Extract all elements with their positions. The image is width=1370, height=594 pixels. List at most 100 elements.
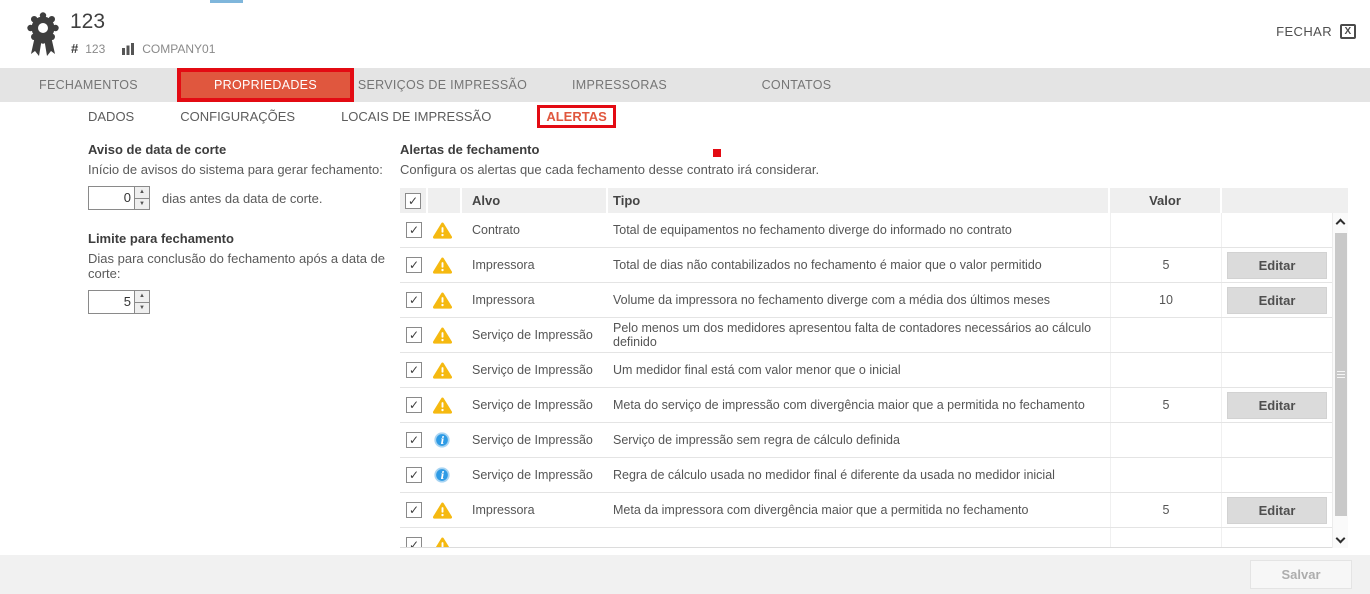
info-icon: i — [433, 431, 451, 449]
section-description: Início de avisos do sistema para gerar f… — [88, 162, 393, 177]
close-button[interactable]: FECHAR X — [1276, 24, 1356, 39]
scroll-up-icon[interactable] — [1333, 213, 1348, 229]
close-label: FECHAR — [1276, 24, 1332, 39]
action-column-header — [1222, 188, 1332, 213]
alert-type-description: Serviço de impressão sem regra de cálcul… — [608, 423, 1110, 457]
tab-servicos-de-impressao[interactable]: SERVIÇOS DE IMPRESSÃO — [354, 68, 531, 102]
stepper-up-icon[interactable]: ▲ — [135, 291, 149, 303]
alert-type-description: Regra de cálculo usada no medidor final … — [608, 458, 1110, 492]
alert-type-description: Pelo menos um dos medidores apresentou f… — [608, 318, 1110, 352]
select-all-checkbox[interactable]: ✓ — [405, 193, 421, 209]
stepper-value[interactable]: 0 — [89, 187, 134, 209]
alert-target: Serviço de Impressão — [462, 423, 608, 457]
alert-target: Serviço de Impressão — [462, 458, 608, 492]
alert-type-description: Total de dias não contabilizados no fech… — [608, 248, 1110, 282]
window-subtitle: # 123 COMPANY01 — [71, 41, 215, 56]
alerts-panel: Alertas de fechamento Configura os alert… — [400, 142, 1348, 186]
subtab-dados[interactable]: DADOS — [88, 109, 134, 124]
alert-checkbox[interactable]: ✓ — [406, 292, 422, 308]
company-name: COMPANY01 — [142, 42, 215, 56]
alerts-title: Alertas de fechamento — [400, 142, 1348, 157]
days-before-cut-stepper[interactable]: 0 ▲ ▼ — [88, 186, 150, 210]
info-icon: i — [433, 466, 451, 484]
alert-checkbox[interactable]: ✓ — [406, 362, 422, 378]
warning-icon — [433, 222, 452, 239]
award-icon — [20, 11, 66, 64]
alert-value — [1110, 213, 1222, 247]
alert-value — [1110, 353, 1222, 387]
alert-value: 5 — [1110, 248, 1222, 282]
scrollbar-thumb[interactable] — [1335, 233, 1347, 516]
alert-checkbox[interactable]: ✓ — [406, 257, 422, 273]
stepper-value[interactable]: 5 — [89, 291, 134, 313]
edit-button[interactable]: Editar — [1227, 252, 1327, 279]
alert-value — [1110, 528, 1222, 548]
scroll-down-icon[interactable] — [1333, 532, 1348, 548]
alert-checkbox[interactable]: ✓ — [406, 432, 422, 448]
alert-value: 5 — [1110, 388, 1222, 422]
alert-checkbox[interactable]: ✓ — [406, 502, 422, 518]
close-icon[interactable]: X — [1340, 24, 1356, 39]
alert-value: 5 — [1110, 493, 1222, 527]
edit-button[interactable]: Editar — [1227, 392, 1327, 419]
section-title: Limite para fechamento — [88, 231, 393, 246]
closure-limit-section: Limite para fechamento Dias para conclus… — [88, 231, 393, 314]
alvo-column-header[interactable]: Alvo — [462, 188, 608, 213]
alert-target: Contrato — [462, 213, 608, 247]
warning-icon — [433, 537, 452, 549]
valor-column-header[interactable]: Valor — [1110, 188, 1222, 213]
tab-propriedades[interactable]: PROPRIEDADES — [177, 68, 354, 102]
alert-type-description: Volume da impressora no fechamento diver… — [608, 283, 1110, 317]
alerts-description: Configura os alertas que cada fechamento… — [400, 162, 1348, 177]
subtab-locais-de-impressao[interactable]: LOCAIS DE IMPRESSÃO — [341, 109, 491, 124]
settings-panel: Aviso de data de corte Início de avisos … — [88, 142, 393, 314]
icon-column-header — [428, 188, 462, 213]
alert-checkbox[interactable]: ✓ — [406, 222, 422, 238]
alert-row: ✓ Serviço de Impressão Um medidor final … — [400, 353, 1332, 388]
svg-text:i: i — [441, 436, 445, 447]
vertical-scrollbar[interactable] — [1332, 213, 1348, 548]
alert-checkbox[interactable]: ✓ — [406, 467, 422, 483]
alert-value: 10 — [1110, 283, 1222, 317]
stepper-down-icon[interactable]: ▼ — [135, 303, 149, 314]
alert-row: ✓ Impressora Total de dias não contabili… — [400, 248, 1332, 283]
alert-row: ✓ Serviço de Impressão Pelo menos um dos… — [400, 318, 1332, 353]
content-area: Aviso de data de corte Início de avisos … — [0, 130, 1370, 555]
alert-checkbox[interactable]: ✓ — [406, 327, 422, 343]
stepper-up-icon[interactable]: ▲ — [135, 187, 149, 199]
annotation-marker — [713, 149, 721, 157]
warning-icon — [433, 257, 452, 274]
main-tabs: FECHAMENTOSPROPRIEDADESSERVIÇOS DE IMPRE… — [0, 68, 1370, 102]
contract-number: 123 — [85, 42, 105, 56]
closure-limit-stepper[interactable]: 5 ▲ ▼ — [88, 290, 150, 314]
section-title: Aviso de data de corte — [88, 142, 393, 157]
alert-checkbox[interactable]: ✓ — [406, 397, 422, 413]
alert-checkbox[interactable]: ✓ — [406, 537, 422, 548]
edit-button[interactable]: Editar — [1227, 497, 1327, 524]
alert-row: ✓ i Serviço de Impressão Regra de cálcul… — [400, 458, 1332, 493]
alert-row: ✓ Serviço de Impressão Meta do serviço d… — [400, 388, 1332, 423]
alert-value — [1110, 423, 1222, 457]
alert-target: Impressora — [462, 248, 608, 282]
stepper-down-icon[interactable]: ▼ — [135, 199, 149, 210]
tab-contatos[interactable]: CONTATOS — [708, 68, 885, 102]
tab-fechamentos[interactable]: FECHAMENTOS — [0, 68, 177, 102]
page-title: 123 — [70, 10, 105, 34]
edit-button[interactable]: Editar — [1227, 287, 1327, 314]
footer-bar: Salvar — [0, 555, 1370, 594]
alert-type-description: Meta do serviço de impressão com divergê… — [608, 388, 1110, 422]
tipo-column-header[interactable]: Tipo — [608, 188, 1110, 213]
alert-type-description: Meta da impressora com divergência maior… — [608, 493, 1110, 527]
alert-target: Serviço de Impressão — [462, 388, 608, 422]
alert-row: ✓ — [400, 528, 1332, 548]
tab-impressoras[interactable]: IMPRESSORAS — [531, 68, 708, 102]
alert-row: ✓ Impressora Meta da impressora com dive… — [400, 493, 1332, 528]
subtab-alertas[interactable]: ALERTAS — [537, 105, 615, 128]
alert-target: Impressora — [462, 283, 608, 317]
subtab-configuracoes[interactable]: CONFIGURAÇÕES — [180, 109, 295, 124]
alert-type-description: Um medidor final está com valor menor qu… — [608, 353, 1110, 387]
alert-type-description — [608, 528, 1110, 548]
warning-icon — [433, 502, 452, 519]
alert-row: ✓ i Serviço de Impressão Serviço de impr… — [400, 423, 1332, 458]
save-button[interactable]: Salvar — [1250, 560, 1352, 589]
